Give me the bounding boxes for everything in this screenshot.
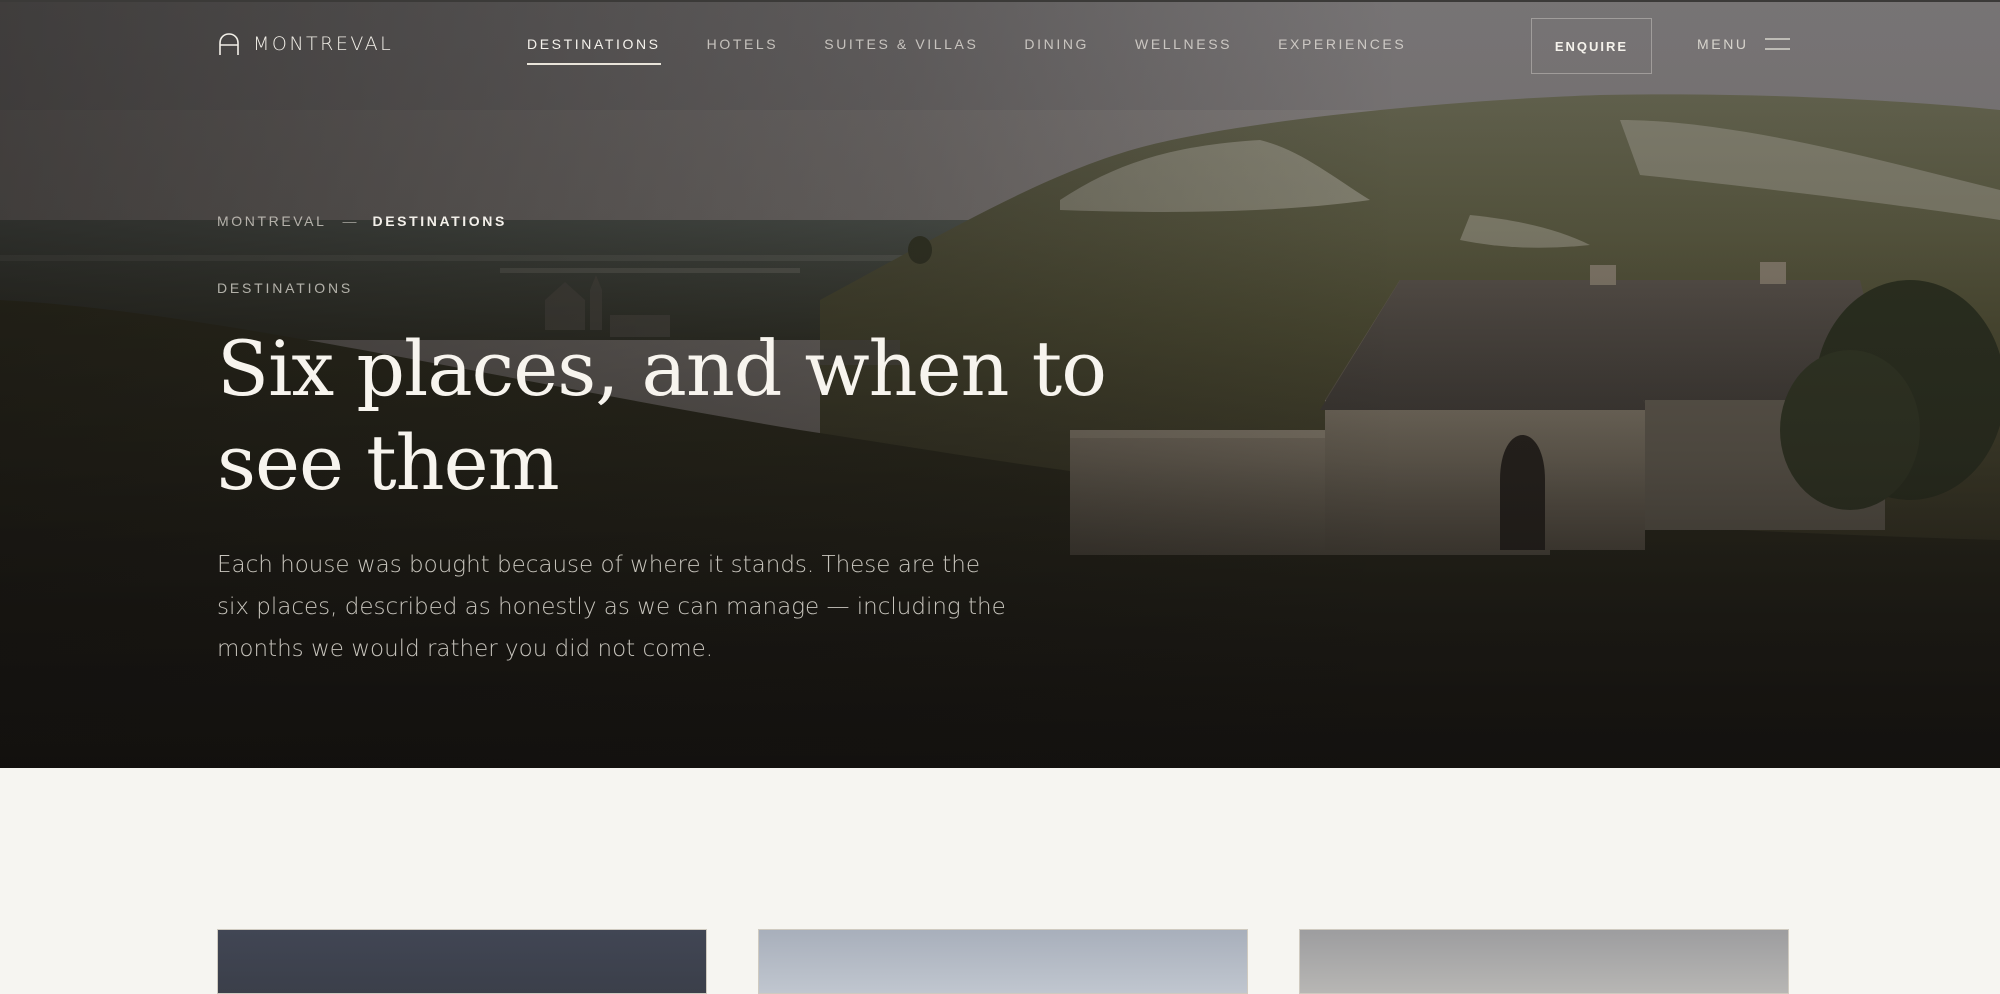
hero: MONTREVAL DESTINATIONS HOTELS SUITES & V… xyxy=(0,0,2000,768)
hamburger-icon xyxy=(1764,38,1790,50)
nav-link-experiences[interactable]: EXPERIENCES xyxy=(1278,36,1406,52)
menu-label: MENU xyxy=(1697,36,1749,52)
destination-card-image[interactable] xyxy=(217,929,707,994)
enquire-button[interactable]: ENQUIRE xyxy=(1531,18,1652,74)
nav-link-dining[interactable]: DINING xyxy=(1024,36,1089,52)
brand-logo[interactable]: MONTREVAL xyxy=(217,32,393,56)
destination-card-image[interactable] xyxy=(1299,929,1789,994)
menu-button[interactable]: MENU xyxy=(1697,36,1790,52)
page-title: Six places, and when to see them xyxy=(217,324,1107,507)
arch-icon xyxy=(219,33,239,55)
site-header: MONTREVAL DESTINATIONS HOTELS SUITES & V… xyxy=(0,0,2000,92)
primary-nav: DESTINATIONS HOTELS SUITES & VILLAS DINI… xyxy=(527,36,1406,65)
nav-link-suites-villas[interactable]: SUITES & VILLAS xyxy=(824,36,978,52)
breadcrumb-home[interactable]: MONTREVAL xyxy=(217,213,327,229)
breadcrumb-separator: — xyxy=(342,213,357,229)
breadcrumb-current: DESTINATIONS xyxy=(372,213,507,229)
destination-card-image[interactable] xyxy=(758,929,1248,994)
section-eyebrow: DESTINATIONS xyxy=(217,280,354,296)
destination-cards xyxy=(217,929,1789,994)
hero-lead-paragraph: Each house was bought because of where i… xyxy=(217,552,1006,662)
nav-link-wellness[interactable]: WELLNESS xyxy=(1135,36,1232,52)
brand-name: MONTREVAL xyxy=(253,33,394,55)
nav-link-destinations[interactable]: DESTINATIONS xyxy=(527,36,661,65)
nav-link-hotels[interactable]: HOTELS xyxy=(707,36,779,52)
breadcrumb: MONTREVAL — DESTINATIONS xyxy=(217,213,507,229)
